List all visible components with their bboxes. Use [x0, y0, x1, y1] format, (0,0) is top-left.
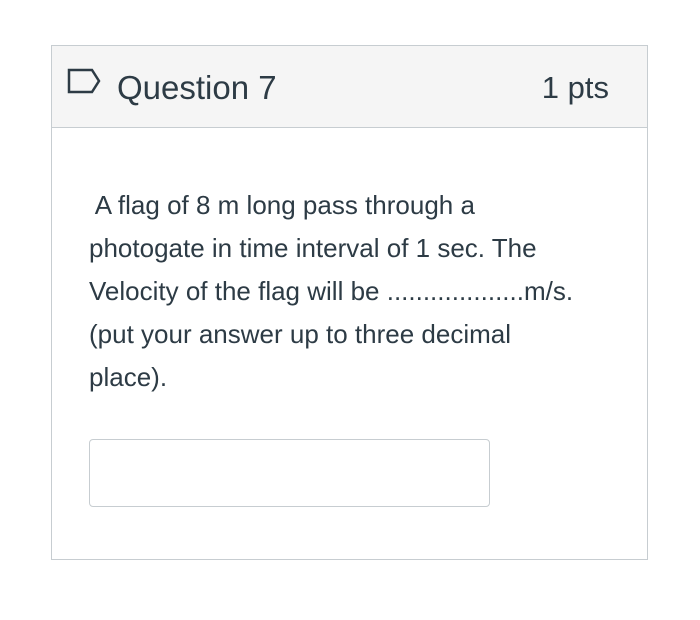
question-text: A flag of 8 m long pass through a photog…: [89, 184, 589, 399]
question-title: Question 7: [117, 69, 277, 106]
question-text-line: (put your answer up to three decimal: [89, 319, 511, 349]
question-text-line: place).: [89, 362, 168, 392]
question-text-line: A flag of 8 m long pass through a: [89, 190, 475, 220]
question-points: 1 pts: [541, 70, 609, 105]
flag-question-icon[interactable]: [66, 67, 102, 95]
answer-input[interactable]: [89, 439, 490, 507]
question-text-line: photogate in time interval of 1 sec. The: [89, 233, 537, 263]
question-card: Question 7 1 pts A flag of 8 m long pass…: [51, 45, 648, 560]
question-header: Question 7 1 pts: [52, 46, 647, 128]
question-text-line: Velocity of the flag will be ...........…: [89, 276, 574, 306]
